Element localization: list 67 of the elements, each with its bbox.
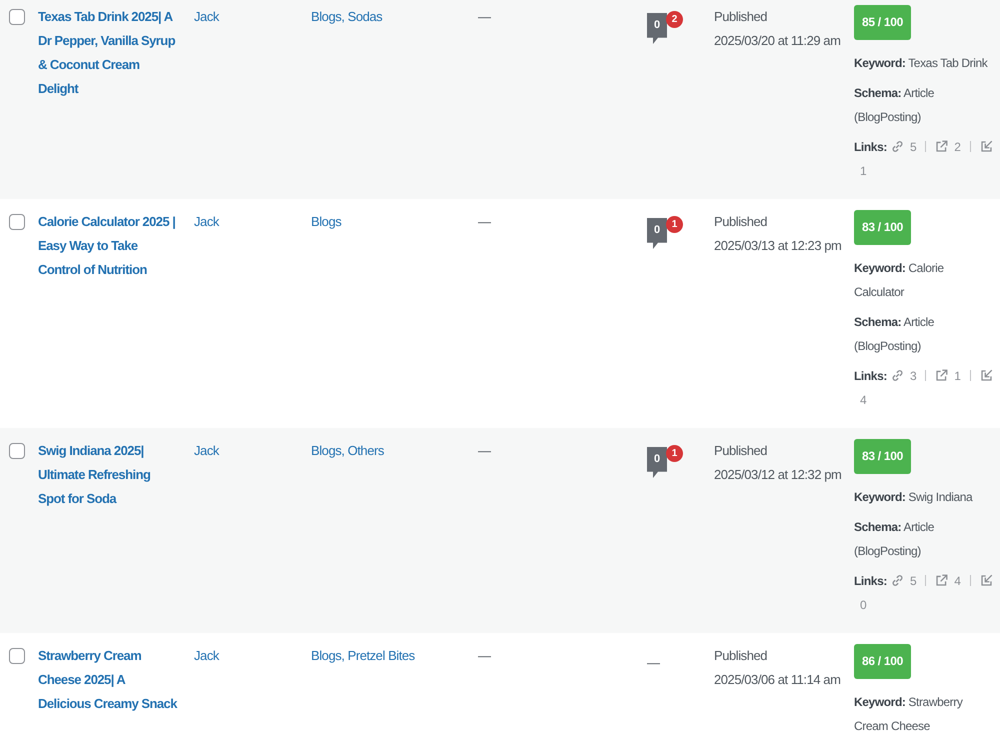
link-count-text: 0 xyxy=(860,598,866,612)
pending-comments-badge[interactable]: 2 xyxy=(666,11,683,28)
post-title-link[interactable]: Calorie Calculator 2025 | Easy Way to Take Control of Nutrition xyxy=(38,210,180,282)
post-date-text: 2025/03/12 at 12:32 pm xyxy=(714,466,842,484)
link-count-text: 4 xyxy=(954,574,961,588)
external-arrow-icon xyxy=(935,369,948,382)
pending-comments-badge[interactable]: 1 xyxy=(666,216,683,233)
link-count-text: 5 xyxy=(910,574,916,588)
post-status-text: Published xyxy=(714,213,768,231)
author-link[interactable]: Jack xyxy=(194,214,219,229)
post-title-link[interactable]: Texas Tab Drink 2025| A Dr Pepper, Vanilla Syrup & Coconut Cream Delight xyxy=(38,5,180,101)
approved-comments-bubble[interactable]: 0 xyxy=(647,13,667,44)
seo-score-badge: 85 / 100 xyxy=(854,5,911,40)
categories-link[interactable]: Blogs xyxy=(311,214,342,229)
approved-comments-bubble[interactable]: 0 xyxy=(647,447,667,478)
categories-link[interactable]: Blogs, Sodas xyxy=(311,9,382,24)
approved-comments-bubble[interactable]: 0 xyxy=(647,218,667,249)
links-label: Links: xyxy=(854,574,887,588)
focus-keyword-text: Keyword: Calorie Calculator xyxy=(854,260,945,301)
categories-link[interactable]: Blogs, Pretzel Bites xyxy=(311,648,415,663)
tags-empty-dash: — xyxy=(478,443,491,458)
row-checkbox[interactable] xyxy=(9,648,25,664)
tags-empty-dash: — xyxy=(478,648,491,663)
schema-text: Schema: Article (BlogPosting) xyxy=(854,85,936,126)
link-count-text: 4 xyxy=(860,393,866,407)
seo-score-badge: 83 / 100 xyxy=(854,439,911,474)
post-status-text: Published xyxy=(714,8,768,26)
focus-keyword-text: Keyword: Texas Tab Drink xyxy=(854,55,988,72)
author-link[interactable]: Jack xyxy=(194,443,219,458)
chain-link-icon xyxy=(890,574,904,587)
incoming-arrow-icon xyxy=(980,140,993,153)
chain-link-icon xyxy=(890,369,904,382)
tags-empty-dash: — xyxy=(478,214,491,229)
categories-link[interactable]: Blogs, Others xyxy=(311,443,384,458)
focus-keyword-text: Keyword: Strawberry Cream Cheese xyxy=(854,694,964,735)
incoming-arrow-icon xyxy=(980,369,993,382)
links-label: Links: xyxy=(854,369,887,383)
row-checkbox[interactable] xyxy=(9,443,25,459)
no-comments-dash: — xyxy=(647,655,660,670)
schema-text: Schema: Article (BlogPosting) xyxy=(854,519,936,560)
focus-keyword-text: Keyword: Swig Indiana xyxy=(854,489,972,506)
link-count-text: 1 xyxy=(860,164,866,178)
post-status-text: Published xyxy=(714,647,768,665)
author-link[interactable]: Jack xyxy=(194,9,219,24)
external-arrow-icon xyxy=(935,140,948,153)
chain-link-icon xyxy=(890,140,904,153)
tags-empty-dash: — xyxy=(478,9,491,24)
seo-score-badge: 83 / 100 xyxy=(854,210,911,245)
external-arrow-icon xyxy=(935,574,948,587)
post-date-text: 2025/03/13 at 12:23 pm xyxy=(714,237,842,255)
link-count-text: 5 xyxy=(910,140,916,154)
post-date-text: 2025/03/20 at 11:29 am xyxy=(714,32,840,50)
row-checkbox[interactable] xyxy=(9,214,25,230)
post-date-text: 2025/03/06 at 11:14 am xyxy=(714,671,840,689)
post-title-link[interactable]: Swig Indiana 2025| Ultimate Refreshing Spot for Soda xyxy=(38,439,180,511)
post-status-text: Published xyxy=(714,442,768,460)
row-checkbox[interactable] xyxy=(9,9,25,25)
link-count-text: 2 xyxy=(954,140,961,154)
post-title-link[interactable]: Strawberry Cream Cheese 2025| A Delicious Creamy Snack xyxy=(38,644,180,716)
incoming-arrow-icon xyxy=(980,574,993,587)
pending-comments-badge[interactable]: 1 xyxy=(666,445,683,462)
links-label: Links: xyxy=(854,140,887,154)
link-count-text: 3 xyxy=(910,369,916,383)
seo-score-badge: 86 / 100 xyxy=(854,644,911,679)
author-link[interactable]: Jack xyxy=(194,648,219,663)
link-count-text: 1 xyxy=(954,369,961,383)
schema-text: Schema: Article (BlogPosting) xyxy=(854,314,936,355)
